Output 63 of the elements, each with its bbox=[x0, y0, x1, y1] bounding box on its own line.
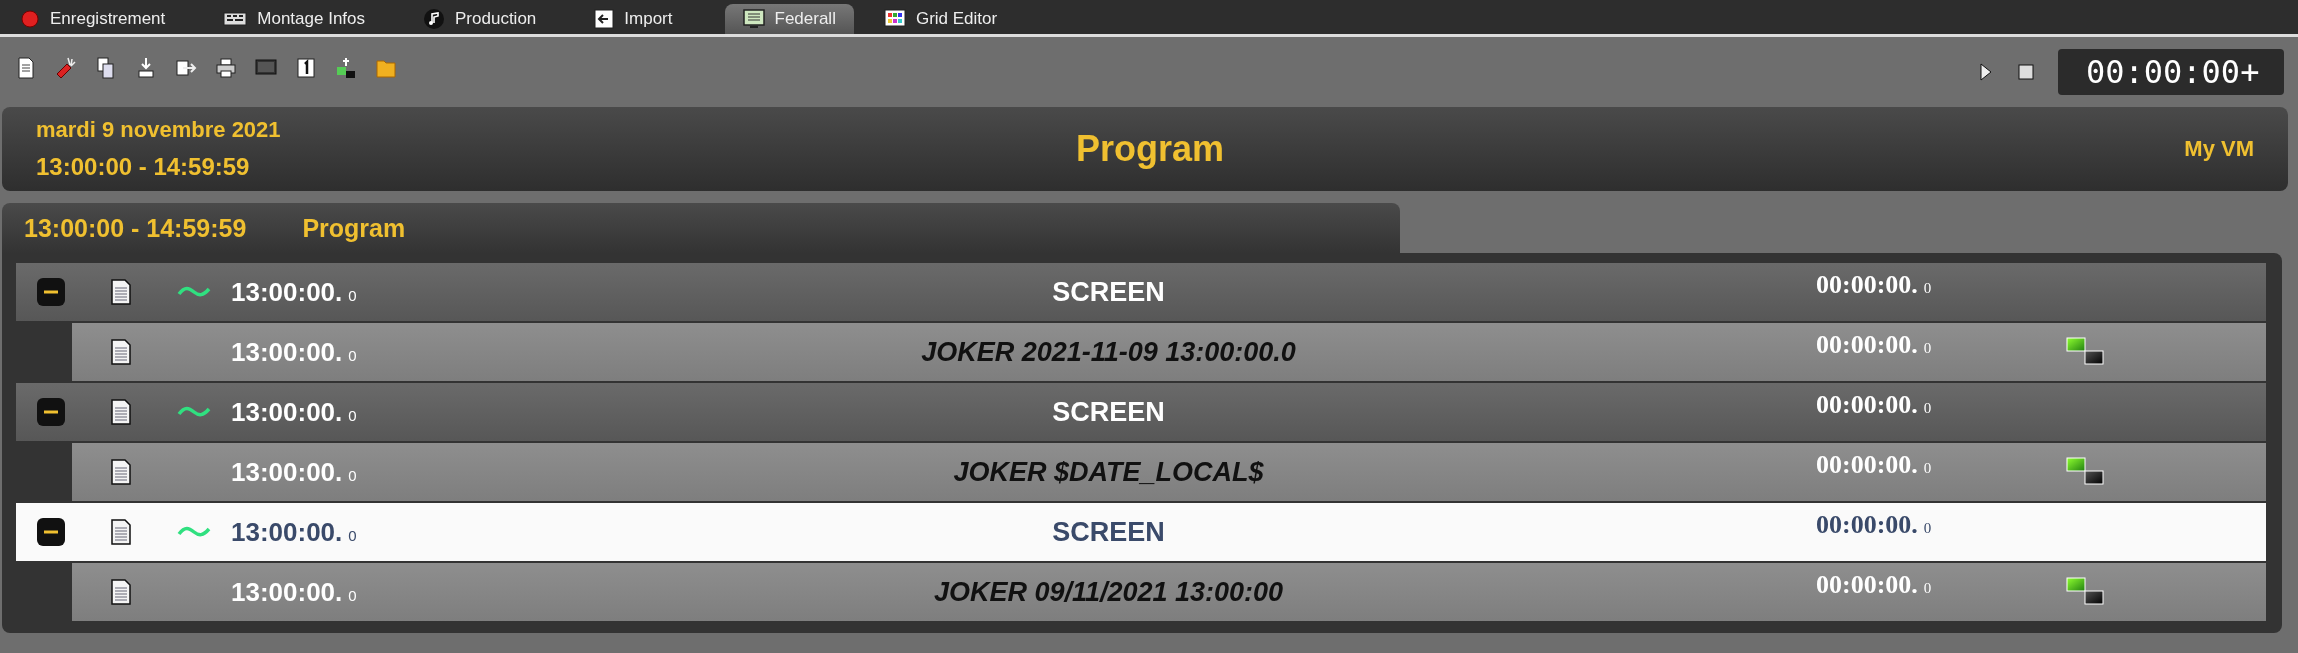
program-row[interactable]: 13:00:00. 0 SCREEN 00:00:00. 0 bbox=[16, 263, 2266, 323]
row-title: JOKER 09/11/2021 13:00:00 bbox=[933, 576, 1284, 607]
program-row[interactable]: 13:00:00. 0 JOKER 09/11/2021 13:00:00 00:00:00. 0 bbox=[72, 563, 2266, 623]
pen-icon[interactable] bbox=[54, 56, 78, 80]
printer-icon[interactable] bbox=[214, 56, 238, 80]
import-icon bbox=[594, 9, 615, 29]
start-time: 13:00:00. 0 bbox=[231, 276, 357, 308]
section-title: Program bbox=[302, 213, 406, 243]
tab[interactable]: Enregistrement bbox=[14, 4, 214, 34]
wave-icon bbox=[176, 405, 211, 419]
program-row[interactable]: 13:00:00. 0 JOKER $DATE_LOCAL$ 00:00:00. 0 bbox=[72, 443, 2266, 503]
transition-icon bbox=[2066, 337, 2104, 367]
duration: 00:00:00. 0 bbox=[1816, 570, 1932, 600]
tab[interactable]: Import bbox=[588, 4, 721, 34]
music-note-icon bbox=[423, 8, 446, 30]
document-icon bbox=[111, 459, 131, 485]
wave-icon bbox=[176, 285, 211, 299]
play-icon[interactable] bbox=[1978, 62, 1994, 82]
station-name: My VM bbox=[2184, 136, 2254, 162]
tab[interactable]: Production bbox=[417, 4, 585, 34]
collapse-icon[interactable] bbox=[36, 277, 66, 307]
transition-icon bbox=[2066, 577, 2104, 607]
page-icon[interactable] bbox=[294, 56, 318, 80]
start-time: 13:00:00. 0 bbox=[231, 456, 357, 488]
document-icon bbox=[111, 279, 131, 305]
section-time-range: 13:00:00 - 14:59:59 bbox=[24, 213, 247, 243]
row-title: SCREEN bbox=[1052, 396, 1165, 427]
row-title: JOKER $DATE_LOCAL$ bbox=[953, 456, 1264, 487]
start-time: 13:00:00. 0 bbox=[231, 396, 357, 428]
color-grid-icon bbox=[883, 9, 906, 29]
timer-display: 00:00:00+ bbox=[2058, 49, 2284, 95]
document-icon bbox=[111, 399, 131, 425]
record-icon bbox=[20, 9, 40, 29]
row-title: SCREEN bbox=[1052, 276, 1165, 307]
stop-icon[interactable] bbox=[2016, 62, 2036, 82]
program-row[interactable]: 13:00:00. 0 SCREEN 00:00:00. 0 bbox=[16, 383, 2266, 443]
header-date: mardi 9 novembre 2021 bbox=[36, 117, 282, 143]
wave-icon bbox=[176, 525, 211, 539]
document-icon bbox=[111, 339, 131, 365]
duration: 00:00:00. 0 bbox=[1816, 390, 1932, 420]
duration: 00:00:00. 0 bbox=[1816, 270, 1932, 300]
section-tab[interactable]: 13:00:00 - 14:59:59 Program bbox=[2, 203, 1400, 253]
duration: 00:00:00. 0 bbox=[1816, 450, 1932, 480]
transition-icon bbox=[2066, 457, 2104, 487]
row-title: JOKER 2021-11-09 13:00:00.0 bbox=[921, 336, 1296, 367]
row-title: SCREEN bbox=[1052, 516, 1165, 547]
tab[interactable]: Grid Editor bbox=[877, 4, 1046, 34]
header-title: Program bbox=[1076, 128, 1226, 170]
duration: 00:00:00. 0 bbox=[1816, 330, 1932, 360]
monitor-icon bbox=[742, 9, 765, 29]
program-row[interactable]: 13:00:00. 0 SCREEN 00:00:00. 0 bbox=[16, 503, 2266, 563]
start-time: 13:00:00. 0 bbox=[231, 336, 357, 368]
start-time: 13:00:00. 0 bbox=[231, 516, 357, 548]
duration: 00:00:00. 0 bbox=[1816, 510, 1932, 540]
collapse-icon[interactable] bbox=[36, 397, 66, 427]
program-row[interactable]: 13:00:00. 0 JOKER 2021-11-09 13:00:00.0 00:00:00. 0 bbox=[72, 323, 2266, 383]
header-time-range: 13:00:00 - 14:59:59 bbox=[36, 153, 251, 181]
document-icon bbox=[111, 519, 131, 545]
tab[interactable]: Federall bbox=[724, 4, 854, 34]
collapse-icon[interactable] bbox=[36, 517, 66, 547]
tab[interactable]: Montage Infos bbox=[217, 4, 414, 34]
start-time: 13:00:00. 0 bbox=[231, 576, 357, 608]
document-icon bbox=[111, 579, 131, 605]
